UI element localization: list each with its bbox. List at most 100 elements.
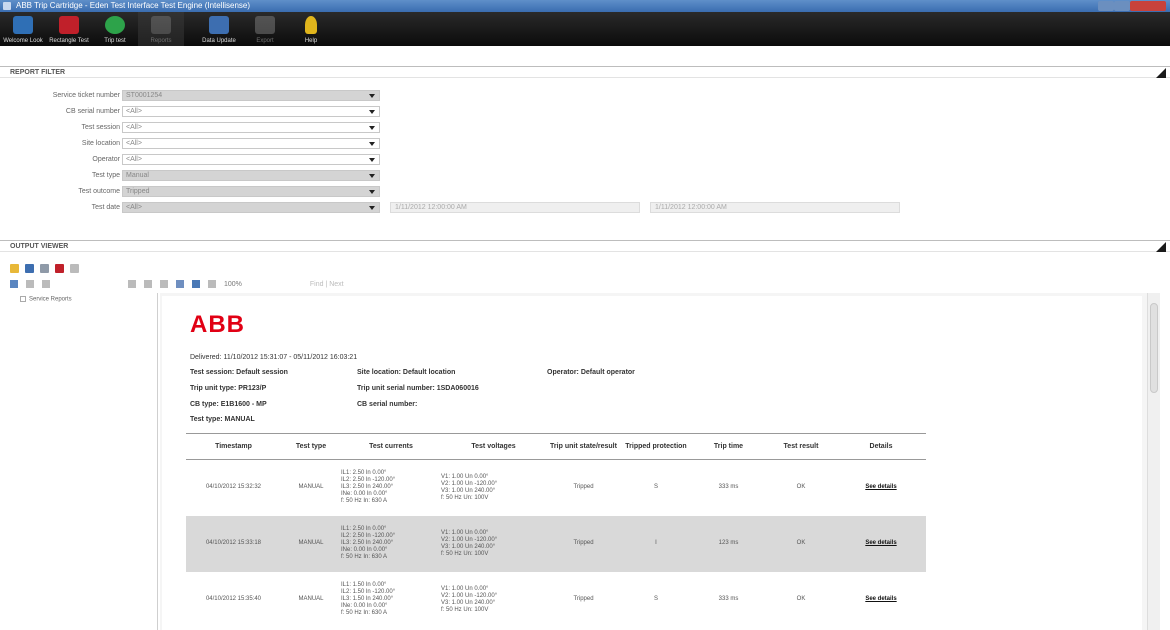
toolbar-button-reports[interactable]: Reports [138,12,184,46]
cell-details: See details [836,460,926,516]
save-icon[interactable] [25,263,34,273]
main-toolbar: Welcome Look Rectangle Test Trip test Re… [0,12,1170,46]
collapse-icon[interactable] [1156,68,1166,78]
collapse-icon[interactable] [1156,242,1166,252]
cell-trip-unit-state: Tripped [573,484,594,491]
cell-trip-time: 123 ms [691,515,766,572]
site-location-select[interactable]: <All> [122,138,380,149]
date-from-field[interactable]: 1/11/2012 12:00:00 AM [390,202,640,213]
filter-row-operator: Operator <All> [0,154,1170,165]
toolbar-button-welcome[interactable]: Welcome Look [0,12,46,46]
zoom-select[interactable]: 100% [224,281,242,288]
window-title: ABB Trip Cartridge - Eden Test Interface… [16,1,251,10]
scrollbar-thumb[interactable] [1150,303,1158,393]
export-pdf-icon[interactable] [55,263,64,273]
filter-row-cb-serial: CB serial number <All> [0,106,1170,117]
filter-label: Test type [91,172,120,179]
filter-label: Service ticket number [52,92,120,99]
cell-tripped-protection: S [653,484,658,491]
filter-row-site-location: Site location <All> [0,138,1170,149]
date-to-field[interactable]: 1/11/2012 12:00:00 AM [650,202,900,213]
chevron-down-icon [369,110,375,114]
cell-test-result: OK [796,596,806,602]
toolbar-button-trip-test[interactable]: Trip test [92,12,138,46]
export-icon[interactable] [208,280,216,288]
print-icon[interactable] [40,263,49,273]
cell-tripped-protection: I [621,515,691,572]
filter-row-test-type: Test type Manual [0,170,1170,181]
cell-tripped-protection: S [653,596,658,602]
toolbar-button-label: Welcome Look [3,38,43,44]
filter-row-service-ticket: Service ticket number ST0001254 [0,90,1170,101]
see-details-link[interactable]: See details [865,540,896,546]
cell-test-type: MANUAL [298,484,324,491]
output-viewer-header[interactable]: OUTPUT VIEWER [0,240,1170,252]
column-header: Trip unit state/result [546,433,621,460]
tree-item-service-reports[interactable]: Service Reports [10,293,157,306]
print-layout-icon[interactable] [176,280,184,288]
info-site-location: Site location: Default location [357,369,456,376]
cell-details: See details [836,572,926,628]
chevron-down-icon [369,174,375,178]
previous-page-icon[interactable] [42,280,50,288]
select-value: <All> [126,156,142,163]
see-details-link[interactable]: See details [865,484,896,490]
chevron-down-icon [369,206,375,210]
toggle-tree-icon[interactable] [10,280,18,288]
find-next-control[interactable]: Find | Next [310,281,344,288]
info-operator: Operator: Default operator [547,369,635,376]
info-trip-unit-serial: Trip unit serial number: 1SDA060016 [357,385,479,392]
maximize-button[interactable] [1114,1,1130,11]
cell-test-result: OK [796,484,806,491]
filter-label: Test date [91,204,120,211]
service-ticket-select[interactable]: ST0001254 [122,90,380,101]
column-header: Test currents [341,433,441,460]
toolbar-button-rectangle-test[interactable]: Rectangle Test [46,12,92,46]
chevron-down-icon [369,94,375,98]
cell-timestamp: 04/10/2012 15:35:40 [205,596,262,602]
open-icon[interactable] [10,263,19,273]
toolbar-button-data-update[interactable]: Data Update [196,12,242,46]
minimize-button[interactable] [1098,1,1114,11]
operator-select[interactable]: <All> [122,154,380,165]
toolbar-button-label: Reports [150,38,172,44]
test-session-select[interactable]: <All> [122,122,380,133]
first-page-icon[interactable] [26,280,34,288]
select-value: <All> [126,204,142,211]
window-titlebar: ABB Trip Cartridge - Eden Test Interface… [0,0,1170,12]
column-header: Test result [766,433,836,460]
toolbar-button-label: Data Update [202,38,236,44]
lightbulb-icon [305,16,317,34]
select-value: ST0001254 [126,92,163,99]
welcome-icon [13,16,33,34]
refresh-icon[interactable] [70,263,79,273]
table-row: 04/10/2012 15:33:18 MANUAL IL1: 2.50 ln … [186,515,926,572]
chevron-down-icon [369,142,375,146]
see-details-link[interactable]: See details [865,596,896,602]
viewer-navigation: 100% Find | Next [10,277,1160,291]
last-page-icon[interactable] [144,280,152,288]
chevron-down-icon [369,126,375,130]
cb-serial-select[interactable]: <All> [122,106,380,117]
test-outcome-select[interactable]: Tripped [122,186,380,197]
cell-test-voltages: V1: 1.00 Un 0.00° V2: 1.00 Un -120.00° V… [441,585,498,613]
cell-timestamp: 04/10/2012 15:32:32 [205,484,262,491]
toolbar-button-export[interactable]: Export [242,12,288,46]
close-button[interactable] [1130,1,1166,11]
column-header: Trip time [691,433,766,460]
cell-trip-time: 333 ms [718,596,739,602]
filter-label: CB serial number [65,108,120,115]
output-viewer-title: OUTPUT VIEWER [10,243,69,250]
cell-test-voltages: V1: 1.00 Un 0.00° V2: 1.00 Un -120.00° V… [441,515,546,572]
toolbar-button-help[interactable]: Help [288,12,334,46]
next-page-icon[interactable] [128,280,136,288]
page-setup-icon[interactable] [192,280,200,288]
filter-label: Site location [81,140,120,147]
abb-logo: ABB [190,311,245,338]
stop-icon[interactable] [160,280,168,288]
select-value: <All> [126,108,142,115]
test-date-select[interactable]: <All> [122,202,380,213]
test-type-select[interactable]: Manual [122,170,380,181]
report-filter-header[interactable]: REPORT FILTER [0,66,1170,78]
report-scrollbar[interactable] [1147,293,1160,630]
